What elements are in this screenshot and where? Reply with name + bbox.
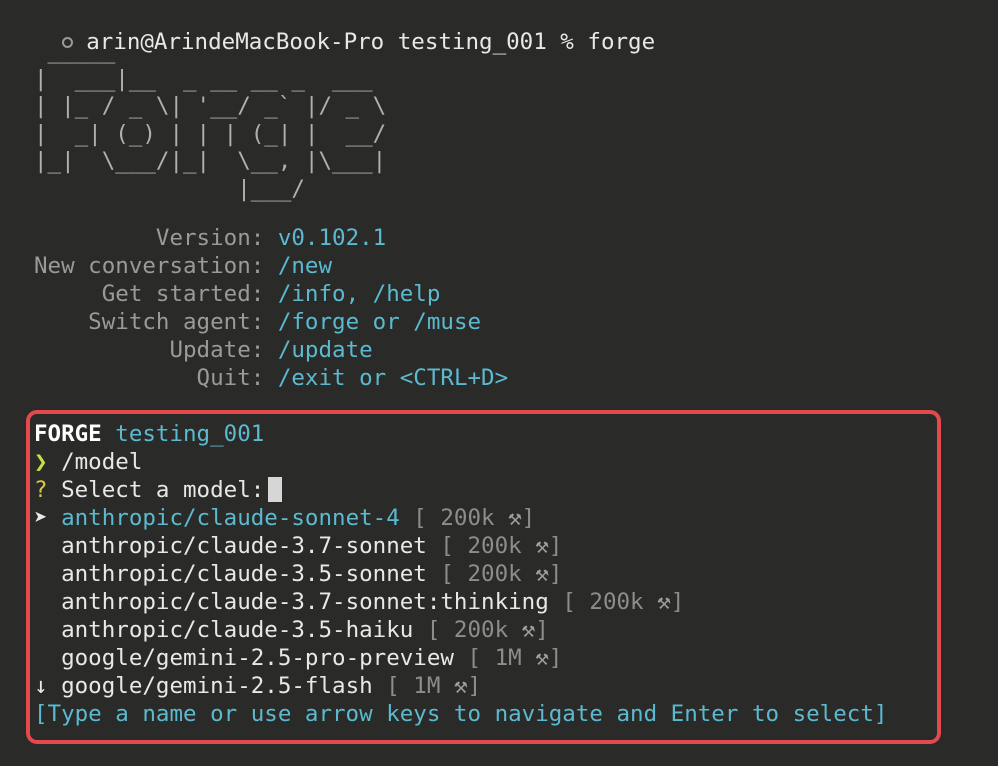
info-update: Update: /update — [34, 336, 373, 364]
info-value: /forge or /muse — [277, 309, 482, 335]
model-name: anthropic/claude-3.5-haiku — [61, 617, 414, 643]
question-text: Select a model: — [61, 477, 265, 503]
model-option-selected[interactable]: ➤ anthropic/claude-sonnet-4 [ 200k ⚒] — [34, 504, 535, 532]
info-label: Update: — [34, 337, 278, 363]
app-name: FORGE — [34, 421, 102, 447]
terminal-window[interactable]: arin@ArindeMacBook-Pro testing_001 % for… — [0, 0, 998, 766]
tool-icon: ⚒ — [535, 561, 549, 587]
model-option[interactable]: anthropic/claude-3.5-haiku [ 200k ⚒] — [34, 616, 549, 644]
model-context-close: ] — [548, 533, 563, 559]
model-context: [ 200k — [426, 617, 509, 643]
workspace-name: testing_001 — [115, 421, 265, 447]
model-context: [ 1M — [467, 645, 522, 671]
tool-icon: ⚒ — [657, 589, 671, 615]
shell-prompt-line: arin@ArindeMacBook-Pro testing_001 % for… — [8, 0, 655, 55]
model-context: [ 200k — [562, 589, 644, 615]
info-label: New conversation: — [34, 253, 278, 279]
model-context-close: ] — [670, 589, 685, 615]
model-name: google/gemini-2.5-pro-preview — [61, 645, 454, 671]
tool-icon: ⚒ — [535, 533, 549, 559]
command-line: ❯ /model — [34, 448, 142, 476]
text-cursor[interactable] — [268, 477, 283, 502]
info-label: Switch agent: — [34, 309, 278, 335]
model-option[interactable]: ↓ google/gemini-2.5-flash [ 1M ⚒] — [34, 672, 481, 700]
model-name: anthropic/claude-3.7-sonnet:thinking — [61, 589, 549, 615]
model-name: google/gemini-2.5-flash — [61, 673, 373, 699]
info-value: /new — [277, 253, 333, 279]
question-line: ? Select a model: — [34, 476, 283, 504]
model-context-close: ] — [548, 561, 563, 587]
info-value: /exit or <CTRL+D> — [277, 365, 509, 391]
tool-icon: ⚒ — [508, 505, 522, 531]
model-context: [ 1M — [386, 673, 441, 699]
tool-icon: ⚒ — [535, 645, 549, 671]
selector-arrow-icon: ➤ — [34, 505, 48, 531]
model-option[interactable]: anthropic/claude-3.7-sonnet:thinking [ 2… — [34, 588, 684, 616]
model-option[interactable]: anthropic/claude-3.5-sonnet [ 200k ⚒] — [34, 560, 562, 588]
hint-text: [Type a name or use arrow keys to naviga… — [34, 701, 888, 727]
model-name: anthropic/claude-3.7-sonnet — [61, 533, 427, 559]
model-context: [ 200k — [413, 505, 495, 531]
info-version: Version: v0.102.1 — [34, 224, 386, 252]
model-context-close: ] — [521, 505, 536, 531]
navigation-hint: [Type a name or use arrow keys to naviga… — [34, 700, 887, 728]
model-option[interactable]: google/gemini-2.5-pro-preview [ 1M ⚒] — [34, 644, 562, 672]
prompt-chevron-icon: ❯ — [34, 449, 48, 475]
info-get-started: Get started: /info, /help — [34, 280, 441, 308]
model-context: [ 200k — [440, 533, 522, 559]
model-context-close: ] — [467, 673, 482, 699]
info-value: v0.102.1 — [277, 225, 387, 251]
session-header: FORGE testing_001 — [34, 420, 264, 448]
model-name: anthropic/claude-sonnet-4 — [61, 505, 400, 531]
question-mark-icon: ? — [34, 477, 48, 503]
info-value: /info, /help — [277, 281, 441, 307]
model-context-close: ] — [548, 645, 563, 671]
info-new-conversation: New conversation: /new — [34, 252, 332, 280]
command-text: /model — [61, 449, 143, 475]
info-label: Get started: — [34, 281, 278, 307]
info-value: /update — [277, 337, 373, 363]
tool-icon: ⚒ — [521, 617, 536, 643]
scroll-down-icon: ↓ — [34, 673, 48, 699]
info-label: Quit: — [34, 365, 278, 391]
info-label: Version: — [34, 225, 278, 251]
info-switch-agent: Switch agent: /forge or /muse — [34, 308, 481, 336]
tool-icon: ⚒ — [453, 673, 468, 699]
forge-ascii-logo: _____ | ___|__ _ __ __ _ ___ | |_ / _ \|… — [34, 38, 387, 202]
model-option[interactable]: anthropic/claude-3.7-sonnet [ 200k ⚒] — [34, 532, 562, 560]
info-quit: Quit: /exit or <CTRL+D> — [34, 364, 509, 392]
model-context: [ 200k — [440, 561, 522, 587]
model-name: anthropic/claude-3.5-sonnet — [61, 561, 427, 587]
model-context-close: ] — [535, 617, 549, 643]
